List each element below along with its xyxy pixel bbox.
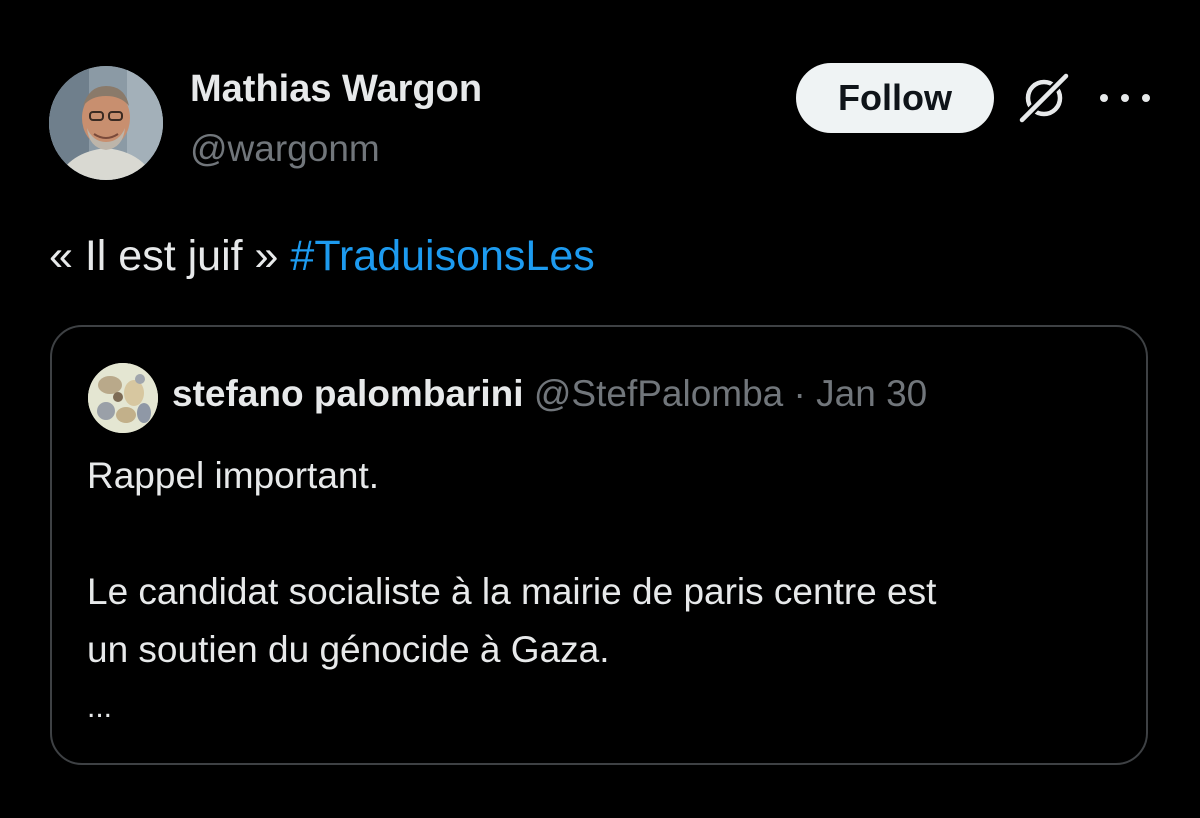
hashtag-link[interactable]: #TraduisonsLes — [290, 232, 594, 280]
tweet-text: « Il est juif » #TraduisonsLes — [49, 228, 595, 284]
quoted-blank-line — [87, 505, 1117, 563]
author-avatar[interactable] — [49, 66, 163, 180]
more-options-icon[interactable] — [1100, 80, 1150, 116]
dot-icon — [1142, 94, 1150, 102]
author-avatar-image — [49, 66, 163, 180]
grok-icon[interactable] — [1016, 70, 1072, 126]
quoted-author-handle: @StefPalomba — [533, 373, 784, 414]
quoted-tweet-body: Rappel important. Le candidat socialiste… — [87, 447, 1117, 737]
quoted-tweet-header: stefano palombarini @StefPalomba · Jan 3… — [172, 373, 927, 415]
quoted-separator: · — [793, 373, 806, 414]
dot-icon — [1100, 94, 1108, 102]
quoted-author-name: stefano palombarini — [172, 373, 524, 414]
tweet-text-body: « Il est juif » — [49, 232, 291, 280]
quoted-line-2: Le candidat socialiste à la mairie de pa… — [87, 571, 937, 612]
quoted-tweet-date: Jan 30 — [816, 373, 928, 414]
follow-button[interactable]: Follow — [796, 63, 994, 133]
author-name[interactable]: Mathias Wargon — [190, 68, 482, 111]
quoted-ellipsis: ... — [87, 691, 113, 724]
quoted-line-3: un soutien du génocide à Gaza. — [87, 629, 610, 670]
dot-icon — [1121, 94, 1129, 102]
quoted-line-1: Rappel important. — [87, 455, 380, 496]
quoted-author-avatar-image — [88, 363, 158, 433]
quoted-tweet-card[interactable]: stefano palombarini @StefPalomba · Jan 3… — [50, 325, 1148, 765]
quoted-author-avatar[interactable] — [88, 363, 158, 433]
author-handle[interactable]: @wargonm — [190, 128, 380, 170]
